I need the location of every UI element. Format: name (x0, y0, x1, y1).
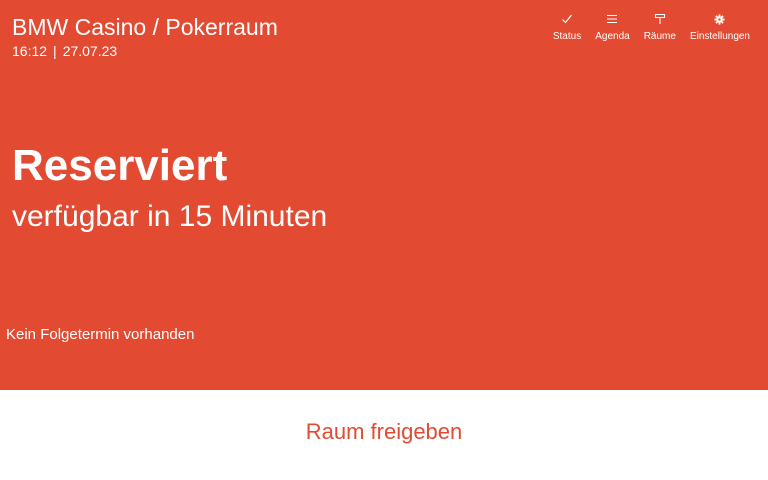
nav-status[interactable]: Status (553, 12, 581, 43)
room-title: BMW Casino / Pokerraum (12, 14, 278, 40)
room-icon (653, 12, 667, 26)
list-icon (605, 12, 619, 26)
next-meeting-info: Kein Folgetermin vorhanden (6, 326, 195, 343)
nav-agenda[interactable]: Agenda (595, 12, 630, 43)
datetime: 16:12 | 27.07.23 (12, 42, 117, 60)
room-status-subtitle: verfügbar in 15 Minuten (12, 200, 328, 233)
nav-agenda-label: Agenda (595, 31, 630, 42)
nav-rooms[interactable]: Räume (644, 12, 676, 43)
current-date: 27.07.23 (62, 43, 118, 59)
check-icon (560, 12, 574, 26)
datetime-separator: | (53, 43, 57, 59)
current-time: 16:12 (12, 43, 48, 59)
nav-settings-label: Einstellungen (689, 31, 750, 42)
status-panel: BMW Casino / Pokerraum 16:12 | 27.07.23 St… (0, 0, 768, 390)
room-display-screen: BMW Casino / Pokerraum 16:12 | 27.07.23 St… (0, 0, 768, 480)
nav-settings[interactable]: Einstellungen (690, 12, 750, 43)
top-nav: Status Agenda Räume Einstellungen (539, 12, 750, 43)
room-status-title: Reserviert (12, 141, 228, 190)
gear-icon (713, 12, 727, 26)
nav-rooms-label: Räume (643, 31, 676, 42)
action-area: Raum freigeben (0, 390, 768, 480)
release-room-button[interactable]: Raum freigeben (286, 411, 483, 453)
nav-status-label: Status (552, 31, 582, 42)
